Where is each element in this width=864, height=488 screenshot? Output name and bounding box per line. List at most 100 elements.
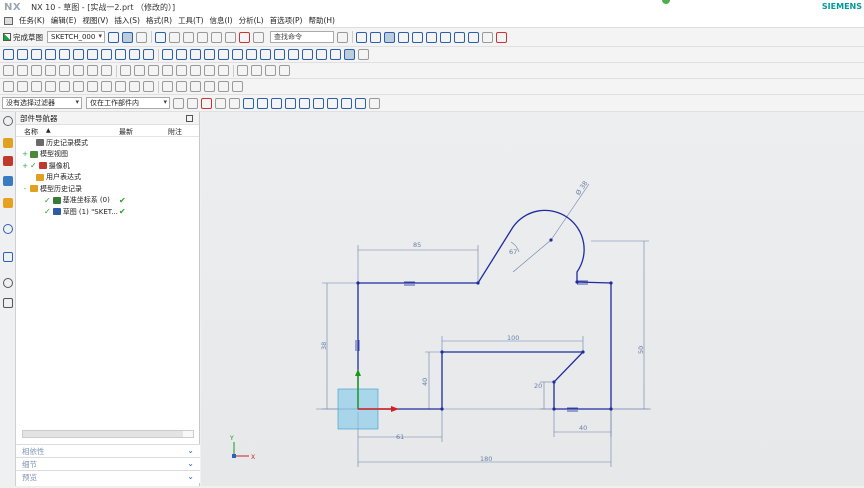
dim-bottom-left[interactable]: 61 (396, 433, 404, 441)
menu-info[interactable]: 信息(I) (210, 15, 233, 26)
datum-plane-icon[interactable] (237, 65, 248, 76)
menu-tools[interactable]: 工具(T) (178, 15, 203, 26)
sketch-vertex[interactable] (476, 281, 480, 285)
show-hide-icon[interactable] (229, 97, 240, 109)
edge-blend-icon[interactable] (190, 65, 201, 76)
polygon-icon[interactable] (101, 49, 112, 60)
snap-midpoint-icon[interactable] (257, 97, 268, 109)
slot-icon[interactable] (129, 81, 140, 92)
finish-sketch-button[interactable]: 完成草图 (3, 32, 43, 43)
profile-icon[interactable] (3, 49, 14, 60)
fit-view-icon[interactable] (356, 31, 367, 43)
emboss-icon[interactable] (143, 81, 154, 92)
through-curves-icon[interactable] (73, 65, 84, 76)
menu-insert[interactable]: 插入(S) (114, 15, 140, 26)
ellipse-icon[interactable] (143, 49, 154, 60)
copy-icon[interactable] (183, 31, 194, 43)
thicken-icon[interactable] (162, 65, 173, 76)
sketch-vertex[interactable] (609, 281, 613, 285)
pattern-curve-icon[interactable] (176, 49, 187, 60)
command-search-input[interactable]: 查找命令 (270, 31, 334, 43)
pocket-icon[interactable] (87, 81, 98, 92)
split-body-icon[interactable] (134, 65, 145, 76)
constraint-navigator-icon[interactable] (3, 156, 13, 166)
menu-analysis[interactable]: 分析(L) (239, 15, 264, 26)
rectangle-select-icon[interactable] (215, 97, 226, 109)
unite-icon[interactable] (162, 81, 173, 92)
quick-trim-icon[interactable] (232, 49, 243, 60)
intersection-point-icon[interactable] (204, 49, 215, 60)
continuous-constraint-icon[interactable] (358, 49, 369, 60)
dim-notch-height[interactable]: 20 (534, 382, 542, 390)
cylinder-icon[interactable] (17, 81, 28, 92)
tree-item[interactable]: ✓ 草图 (1) "SKET... ✔ (16, 206, 199, 218)
graphics-window[interactable]: 85 Ø 38 67 50 38 100 40 20 40 61 180 Y X (201, 112, 864, 486)
snap-intersection-icon[interactable] (285, 97, 296, 109)
reuse-library-icon[interactable] (3, 198, 13, 208)
dim-angle[interactable]: 67 (509, 248, 517, 256)
tree-item[interactable]: + 模型视图 (16, 149, 199, 161)
layer-icon[interactable] (440, 31, 451, 43)
menu-view[interactable]: 视图(V) (82, 15, 108, 26)
expand-toggle-icon[interactable]: - (22, 185, 28, 193)
snap-control-point-icon[interactable] (271, 97, 282, 109)
ruled-icon[interactable] (59, 65, 70, 76)
snap-quadrant-icon[interactable] (313, 97, 324, 109)
part-navigator-icon[interactable] (3, 176, 13, 186)
dim-left-height[interactable]: 38 (320, 342, 328, 350)
reattach-icon[interactable] (108, 31, 119, 43)
sort-ascending-icon[interactable]: ▲ (46, 127, 51, 134)
quick-extend-icon[interactable] (246, 49, 257, 60)
block-icon[interactable] (3, 81, 14, 92)
filter-reset-icon[interactable] (173, 97, 184, 109)
rapid-dimension-icon[interactable] (274, 49, 285, 60)
sew-icon[interactable] (148, 65, 159, 76)
roles-icon[interactable] (3, 298, 13, 308)
make-corner-icon[interactable] (260, 49, 271, 60)
point-icon[interactable] (115, 49, 126, 60)
menu-format[interactable]: 格式(R) (146, 15, 172, 26)
tree-item[interactable]: 用户表达式 (16, 172, 199, 184)
menu-edit[interactable]: 编辑(E) (51, 15, 77, 26)
column-attached[interactable]: 附注 (168, 127, 182, 137)
display-icon[interactable] (496, 31, 507, 43)
sketch-vertex[interactable] (581, 350, 585, 354)
sketch-vertex[interactable] (356, 281, 360, 285)
snap-existing-point-icon[interactable] (327, 97, 338, 109)
deselect-icon[interactable] (201, 97, 212, 109)
analysis-icon[interactable] (482, 31, 493, 43)
blend-icon[interactable] (31, 65, 42, 76)
auto-constrain-icon[interactable] (316, 49, 327, 60)
delete-icon[interactable] (239, 31, 250, 43)
cut-icon[interactable] (169, 31, 180, 43)
show-constraints-icon[interactable] (302, 49, 313, 60)
datum-csys-icon[interactable] (265, 65, 276, 76)
trim-body-icon[interactable] (120, 65, 131, 76)
menu-help[interactable]: 帮助(H) (308, 15, 335, 26)
mirror-feature-icon[interactable] (218, 81, 229, 92)
geometric-constraint-icon[interactable] (288, 49, 299, 60)
expand-toggle-icon[interactable]: + (22, 162, 28, 170)
dim-total-height[interactable]: 50 (637, 346, 645, 354)
clip-section-icon[interactable] (426, 31, 437, 43)
boss-icon[interactable] (73, 81, 84, 92)
alternate-solution-icon[interactable] (344, 49, 355, 60)
settings-gear-icon[interactable] (3, 116, 13, 126)
dim-radius[interactable]: Ø 38 (574, 179, 589, 196)
extrude-icon[interactable] (3, 65, 14, 76)
snap-arc-center-icon[interactable] (299, 97, 310, 109)
derived-line-icon[interactable] (218, 49, 229, 60)
snap-endpoint-icon[interactable] (243, 97, 254, 109)
groove-icon[interactable] (115, 81, 126, 92)
checkbox-icon[interactable]: ✓ (30, 161, 37, 170)
checkbox-icon[interactable]: ✓ (44, 196, 51, 205)
sketch-vertex[interactable] (549, 238, 553, 242)
assembly-navigator-icon[interactable] (3, 138, 13, 148)
clock-icon[interactable] (3, 278, 13, 288)
offset-curve-icon[interactable] (162, 49, 173, 60)
circle-icon[interactable] (45, 49, 56, 60)
search-icon[interactable] (337, 31, 348, 43)
zoom-icon[interactable] (370, 31, 381, 43)
checkbox-icon[interactable]: ✓ (44, 207, 51, 216)
save-icon[interactable] (155, 31, 166, 43)
